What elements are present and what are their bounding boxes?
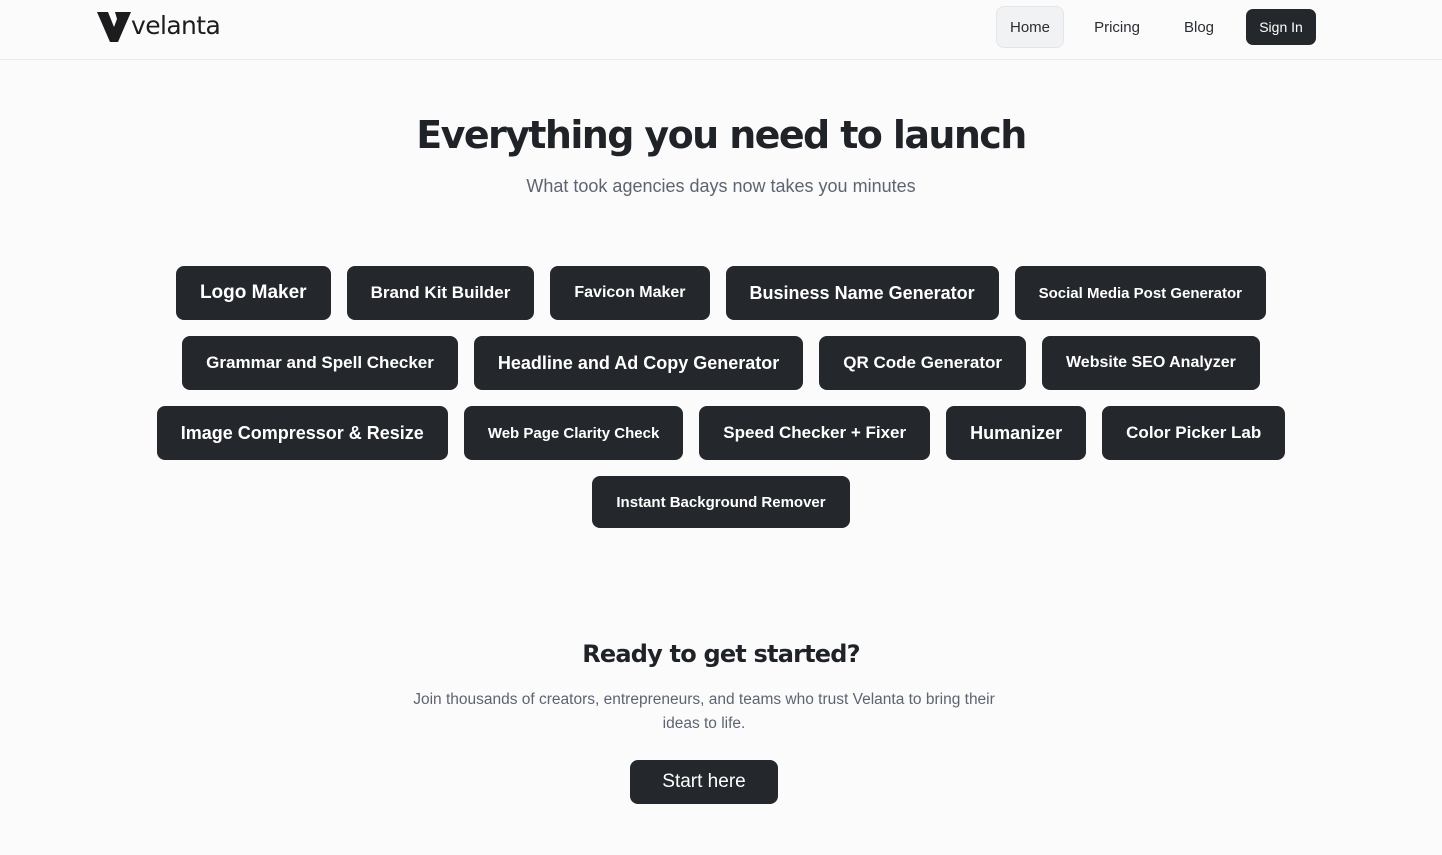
- tool-logo-maker[interactable]: Logo Maker: [175, 266, 331, 320]
- sign-in-button[interactable]: Sign In: [1246, 9, 1316, 45]
- hero-title: Everything you need to launch: [416, 113, 1027, 157]
- tools-row: Instant Background Remover: [17, 476, 1425, 528]
- tools-row: Image Compressor & Resize Web Page Clari…: [17, 406, 1425, 460]
- tools-row: Grammar and Spell Checker Headline and A…: [17, 336, 1425, 390]
- tool-business-name-generator[interactable]: Business Name Generator: [725, 266, 999, 320]
- tool-color-picker-lab[interactable]: Color Picker Lab: [1102, 406, 1286, 460]
- tool-brand-kit-builder[interactable]: Brand Kit Builder: [346, 266, 535, 320]
- tools-row: Logo Maker Brand Kit Builder Favicon Mak…: [17, 266, 1425, 320]
- brand-name: velanta: [131, 10, 221, 40]
- cta-text: Join thousands of creators, entrepreneur…: [413, 691, 995, 732]
- nav-pricing[interactable]: Pricing: [1074, 6, 1160, 48]
- tool-qr-code-generator[interactable]: QR Code Generator: [819, 336, 1026, 390]
- start-here-button[interactable]: Start here: [630, 760, 778, 804]
- tool-image-compressor-resize[interactable]: Image Compressor & Resize: [156, 406, 448, 460]
- brand-logo[interactable]: velanta: [96, 10, 221, 43]
- tools-grid: Logo Maker Brand Kit Builder Favicon Mak…: [17, 266, 1425, 544]
- cta-title: Ready to get started?: [582, 640, 860, 668]
- nav-home[interactable]: Home: [996, 6, 1064, 48]
- tool-website-seo-analyzer[interactable]: Website SEO Analyzer: [1041, 336, 1260, 390]
- nav-blog[interactable]: Blog: [1168, 6, 1230, 48]
- tool-instant-background-remover[interactable]: Instant Background Remover: [592, 476, 850, 528]
- tool-headline-ad-copy-generator[interactable]: Headline and Ad Copy Generator: [473, 336, 804, 390]
- hero-subtitle: What took agencies days now takes you mi…: [526, 176, 916, 196]
- main-nav: Home Pricing Blog Sign In: [996, 6, 1316, 48]
- site-header: velanta Home Pricing Blog Sign In: [0, 0, 1442, 60]
- tool-social-media-post-generator[interactable]: Social Media Post Generator: [1014, 266, 1267, 320]
- tool-grammar-spell-checker[interactable]: Grammar and Spell Checker: [182, 336, 458, 390]
- tool-web-page-clarity-check[interactable]: Web Page Clarity Check: [463, 406, 684, 460]
- velanta-v-mark-icon: [97, 12, 131, 42]
- tool-speed-checker-fixer[interactable]: Speed Checker + Fixer: [699, 406, 931, 460]
- tool-favicon-maker[interactable]: Favicon Maker: [550, 266, 710, 320]
- tool-humanizer[interactable]: Humanizer: [946, 406, 1087, 460]
